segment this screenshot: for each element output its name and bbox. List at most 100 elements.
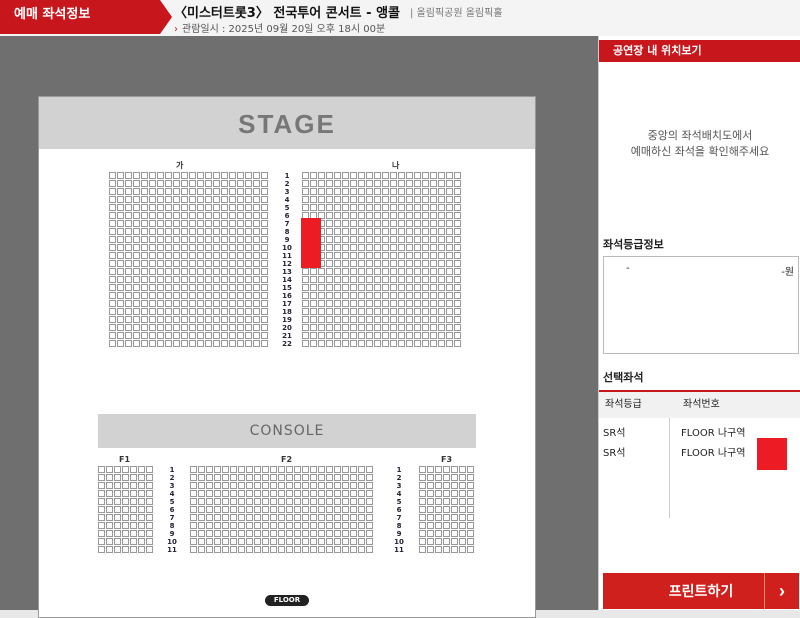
seat[interactable]: [146, 482, 153, 489]
seat[interactable]: [446, 260, 453, 267]
seat[interactable]: [430, 332, 437, 339]
seat[interactable]: [310, 332, 317, 339]
seat[interactable]: [206, 530, 213, 537]
seat[interactable]: [342, 236, 349, 243]
seat[interactable]: [419, 490, 426, 497]
seat[interactable]: [451, 490, 458, 497]
seat[interactable]: [133, 284, 140, 291]
seat[interactable]: [398, 212, 405, 219]
seat[interactable]: [214, 466, 221, 473]
seat[interactable]: [122, 506, 129, 513]
seat[interactable]: [334, 324, 341, 331]
seat[interactable]: [435, 538, 442, 545]
seat[interactable]: [366, 490, 373, 497]
seat[interactable]: [459, 482, 466, 489]
seat[interactable]: [414, 300, 421, 307]
seat[interactable]: [149, 300, 156, 307]
seat[interactable]: [197, 188, 204, 195]
seat[interactable]: [221, 220, 228, 227]
seat[interactable]: [326, 180, 333, 187]
seat[interactable]: [253, 236, 260, 243]
seat[interactable]: [374, 292, 381, 299]
seat[interactable]: [366, 188, 373, 195]
seat[interactable]: [198, 466, 205, 473]
seat[interactable]: [214, 514, 221, 521]
seat[interactable]: [350, 514, 357, 521]
seat[interactable]: [374, 340, 381, 347]
seat[interactable]: [122, 530, 129, 537]
seat[interactable]: [419, 522, 426, 529]
seat[interactable]: [443, 474, 450, 481]
seat[interactable]: [374, 268, 381, 275]
seat[interactable]: [206, 514, 213, 521]
seat[interactable]: [318, 506, 325, 513]
seat[interactable]: [197, 236, 204, 243]
seat[interactable]: [238, 514, 245, 521]
seat[interactable]: [459, 530, 466, 537]
seat[interactable]: [446, 180, 453, 187]
seat[interactable]: [406, 252, 413, 259]
seat[interactable]: [213, 292, 220, 299]
seat[interactable]: [302, 316, 309, 323]
seat[interactable]: [238, 506, 245, 513]
seat[interactable]: [214, 530, 221, 537]
seat[interactable]: [149, 244, 156, 251]
seat[interactable]: [237, 180, 244, 187]
seat[interactable]: [181, 212, 188, 219]
seat[interactable]: [390, 252, 397, 259]
seat[interactable]: [261, 212, 268, 219]
seat[interactable]: [451, 506, 458, 513]
seat[interactable]: [358, 340, 365, 347]
seat[interactable]: [374, 204, 381, 211]
seat[interactable]: [430, 180, 437, 187]
seat[interactable]: [246, 522, 253, 529]
seat[interactable]: [334, 490, 341, 497]
seat[interactable]: [238, 522, 245, 529]
seat[interactable]: [237, 252, 244, 259]
seat[interactable]: [221, 204, 228, 211]
seat[interactable]: [245, 236, 252, 243]
seat[interactable]: [374, 300, 381, 307]
seat[interactable]: [189, 260, 196, 267]
seat[interactable]: [109, 172, 116, 179]
seat[interactable]: [382, 212, 389, 219]
seat[interactable]: [149, 292, 156, 299]
seat[interactable]: [198, 490, 205, 497]
seat[interactable]: [197, 332, 204, 339]
seat[interactable]: [206, 466, 213, 473]
seat[interactable]: [366, 522, 373, 529]
seat[interactable]: [366, 284, 373, 291]
seat[interactable]: [229, 196, 236, 203]
seat[interactable]: [414, 236, 421, 243]
seat[interactable]: [189, 212, 196, 219]
seat[interactable]: [342, 292, 349, 299]
seat[interactable]: [302, 332, 309, 339]
seat[interactable]: [382, 308, 389, 315]
seat[interactable]: [310, 474, 317, 481]
seat[interactable]: [318, 546, 325, 553]
seat[interactable]: [197, 180, 204, 187]
seat[interactable]: [326, 506, 333, 513]
seat[interactable]: [467, 522, 474, 529]
seat[interactable]: [278, 498, 285, 505]
seat[interactable]: [459, 498, 466, 505]
seat[interactable]: [342, 482, 349, 489]
seat[interactable]: [205, 316, 212, 323]
seat[interactable]: [222, 546, 229, 553]
seat[interactable]: [197, 308, 204, 315]
seat[interactable]: [414, 284, 421, 291]
seat[interactable]: [222, 482, 229, 489]
seat[interactable]: [310, 196, 317, 203]
seat[interactable]: [374, 188, 381, 195]
seat[interactable]: [326, 300, 333, 307]
seat[interactable]: [181, 260, 188, 267]
seat[interactable]: [114, 538, 121, 545]
seat[interactable]: [366, 530, 373, 537]
seat[interactable]: [149, 276, 156, 283]
seat[interactable]: [398, 196, 405, 203]
seat[interactable]: [133, 204, 140, 211]
seat[interactable]: [342, 498, 349, 505]
seat[interactable]: [254, 474, 261, 481]
seat[interactable]: [253, 204, 260, 211]
seat[interactable]: [270, 538, 277, 545]
